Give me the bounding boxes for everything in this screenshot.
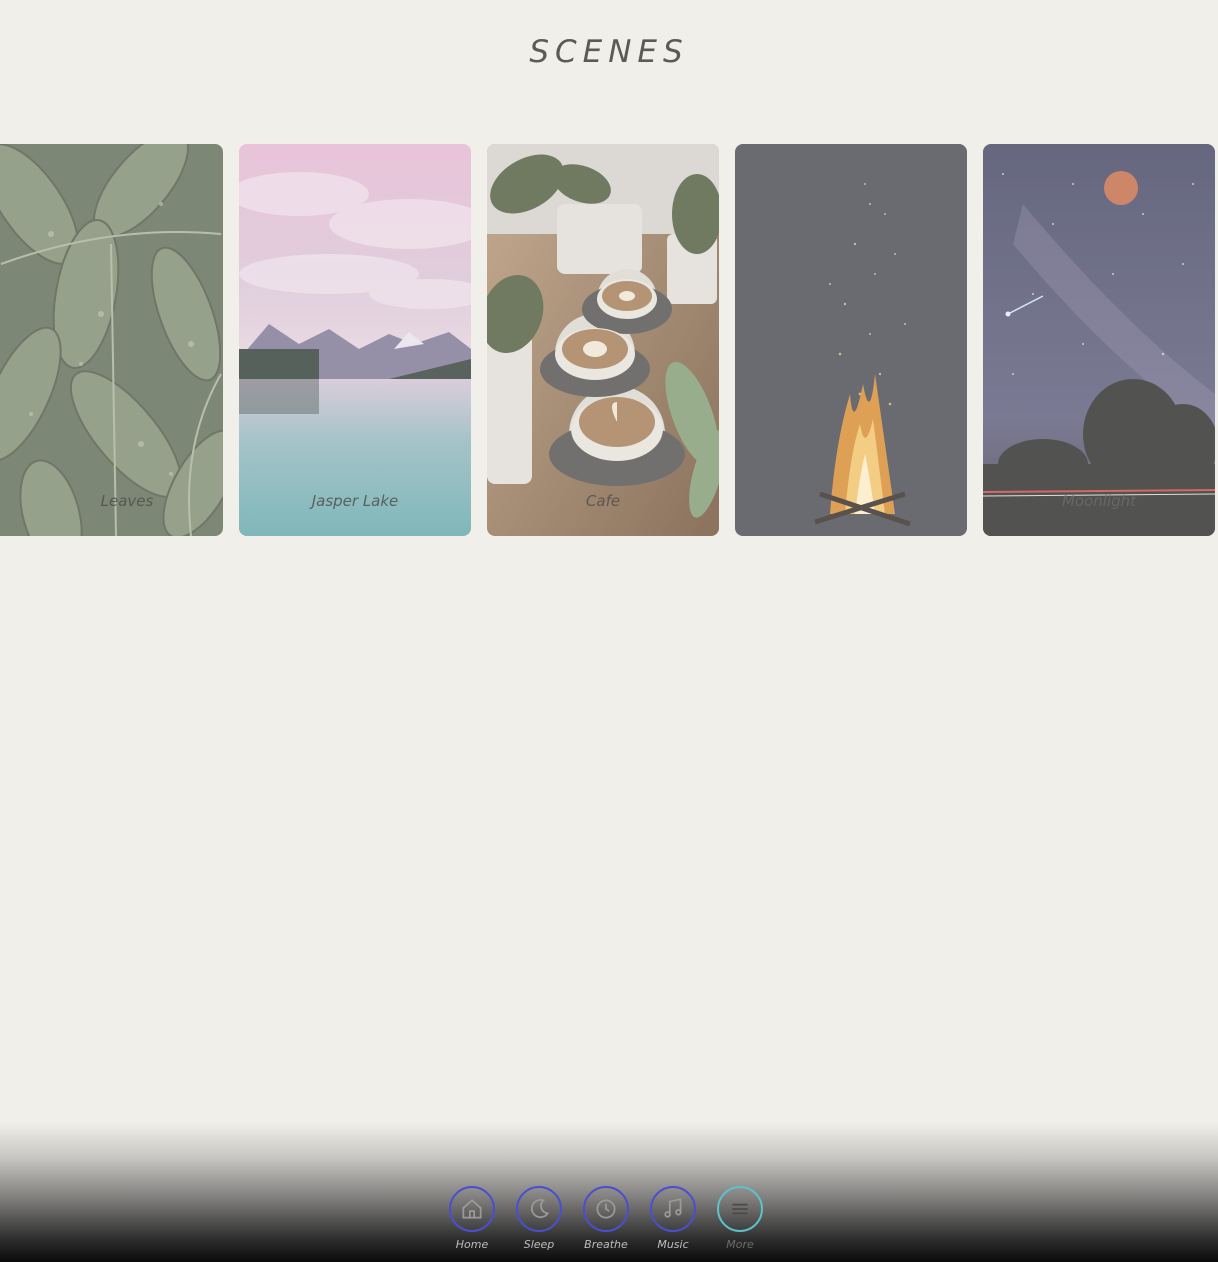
scene-label: Moonlight — [1061, 492, 1137, 510]
home-button[interactable] — [449, 1186, 495, 1232]
page-title: SCENES — [529, 34, 689, 70]
card-overlay — [487, 144, 719, 536]
nav-label: Sleep — [523, 1238, 555, 1251]
scene-card-jasper-lake[interactable]: Jasper Lake — [239, 144, 471, 536]
card-overlay — [239, 144, 471, 536]
scenes-page: SCENES Leaves Jasper Lake Cafe Moonlight… — [0, 0, 1218, 1262]
nav-item-home[interactable]: Home — [448, 1186, 496, 1251]
scene-card-campfire[interactable] — [735, 144, 967, 536]
nav-label: Home — [455, 1238, 489, 1251]
music-button[interactable] — [650, 1186, 696, 1232]
scene-card-cafe[interactable]: Cafe — [487, 144, 719, 536]
music-note-icon — [664, 1198, 682, 1218]
clock-icon — [596, 1199, 616, 1219]
scene-card-leaves[interactable]: Leaves — [0, 144, 223, 536]
more-button[interactable] — [717, 1186, 763, 1232]
card-overlay — [735, 144, 967, 536]
menu-icon — [732, 1203, 748, 1215]
scene-label: Cafe — [585, 492, 621, 510]
nav-label: Music — [657, 1238, 689, 1251]
nav-label: More — [726, 1238, 754, 1251]
breathe-button[interactable] — [583, 1186, 629, 1232]
sleep-button[interactable] — [516, 1186, 562, 1232]
card-overlay — [0, 144, 223, 536]
nav-item-sleep[interactable]: Sleep — [515, 1186, 563, 1251]
scene-card-moonlight[interactable]: Moonlight — [983, 144, 1215, 536]
nav-item-breathe[interactable]: Breathe — [582, 1186, 630, 1251]
card-overlay — [983, 144, 1215, 536]
home-icon — [462, 1199, 482, 1219]
nav-item-more[interactable]: More — [716, 1186, 764, 1251]
bottom-nav: Home Sleep Breathe Music More — [448, 1186, 764, 1251]
nav-item-music[interactable]: Music — [649, 1186, 697, 1251]
scene-label: Jasper Lake — [311, 492, 399, 510]
nav-label: Breathe — [584, 1238, 628, 1251]
scene-label: Leaves — [100, 492, 154, 510]
moon-icon — [530, 1198, 550, 1218]
